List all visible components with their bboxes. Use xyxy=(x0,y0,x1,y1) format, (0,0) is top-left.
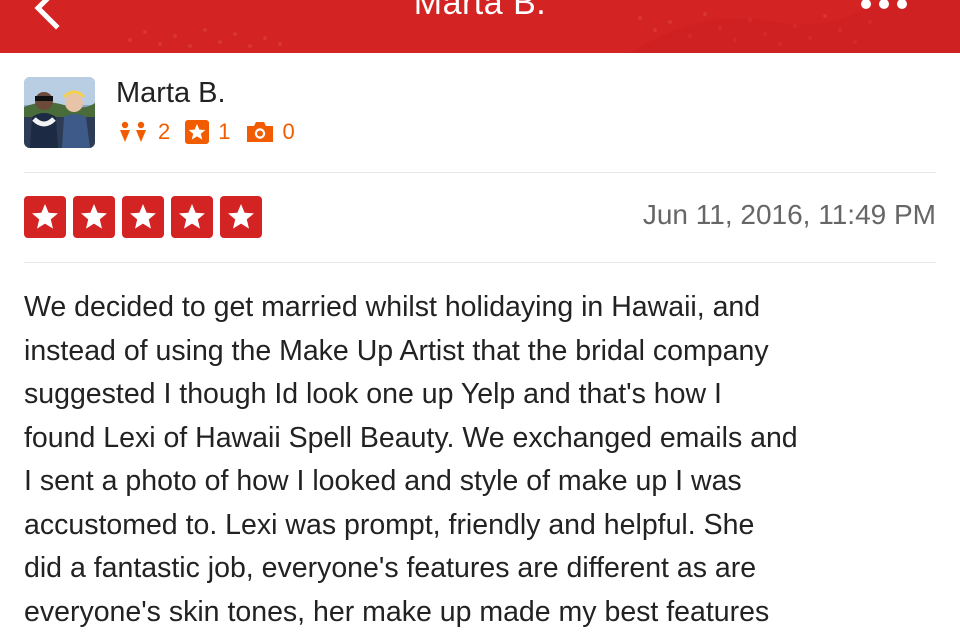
review-date: Jun 11, 2016, 11:49 PM xyxy=(642,199,936,230)
rating-star-2 xyxy=(73,196,115,238)
star-icon xyxy=(32,204,58,229)
review-line: did a fantastic job, everyone's features… xyxy=(24,552,757,584)
camera-icon xyxy=(246,122,273,142)
review-line: instead of using the Make Up Artist that… xyxy=(24,334,769,367)
friends-stat: 2 xyxy=(116,119,170,145)
more-dots-icon[interactable] xyxy=(854,0,914,14)
review-body: We decided to get married whilst holiday… xyxy=(24,286,936,634)
rating-star-1 xyxy=(24,196,66,238)
review-line: found Lexi of Hawaii Spell Beauty. We ex… xyxy=(24,421,798,454)
star-icon xyxy=(130,204,156,229)
rating-star-5 xyxy=(220,196,262,238)
star-icon xyxy=(228,204,254,229)
review-star-icon xyxy=(185,120,210,144)
rating-star-4 xyxy=(171,196,213,238)
friends-icon xyxy=(120,121,146,142)
reviews-stat: 1 xyxy=(184,119,231,145)
reviewer-stats: 2 1 0 xyxy=(116,117,309,147)
rating-star-3 xyxy=(122,196,164,238)
top-app-bar: Marta B. xyxy=(0,0,960,53)
review-line: We decided to get married whilst holiday… xyxy=(24,291,761,323)
avatar[interactable] xyxy=(24,77,95,148)
review-line: accustomed to. Lexi was prompt, friendly… xyxy=(24,508,755,541)
reviewer-name[interactable]: Marta B. xyxy=(116,77,226,110)
review-line: I sent a photo of how I looked and style… xyxy=(24,465,742,497)
review-line: suggested I though Id look one up Yelp a… xyxy=(24,378,722,410)
divider xyxy=(24,172,936,173)
reviews-count: 1 xyxy=(218,119,231,144)
photos-count: 0 xyxy=(282,119,295,144)
reviewer-row[interactable]: Marta B. 2 1 0 xyxy=(24,75,936,151)
photos-stat: 0 xyxy=(245,119,295,145)
friends-count: 2 xyxy=(158,119,171,144)
divider xyxy=(24,262,936,263)
star-icon xyxy=(179,204,205,229)
star-rating xyxy=(24,196,269,238)
star-icon xyxy=(81,204,107,229)
review-line: everyone's skin tones, her make up made … xyxy=(24,595,770,628)
page-title: Marta B. xyxy=(413,0,547,22)
